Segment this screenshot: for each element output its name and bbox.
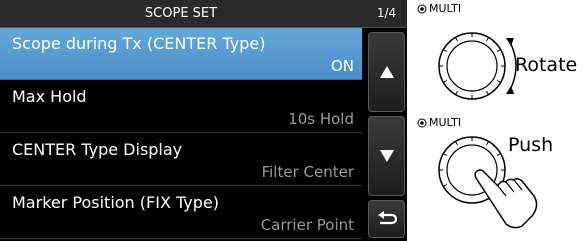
menu-header: SCOPE SET 1/4	[0, 0, 407, 28]
menu-item-label: CENTER Type Display	[12, 140, 183, 159]
multi-dial-symbol-icon	[417, 118, 427, 128]
multi-dial-label: MULTI	[429, 2, 462, 15]
page-indicator: 1/4	[376, 6, 397, 20]
scroll-up-button[interactable]	[368, 32, 405, 112]
scope-set-screen: SCOPE SET 1/4 Scope during Tx (CENTER Ty…	[0, 0, 407, 241]
multi-dial-label: MULTI	[429, 116, 462, 129]
multi-dial-illustration: MULTI Rotate MULTI Push	[410, 0, 584, 241]
menu-item-center-type-display[interactable]: CENTER Type Display Filter Center	[0, 134, 362, 186]
scroll-down-button[interactable]	[368, 116, 405, 196]
back-button[interactable]	[368, 200, 405, 238]
menu-title: SCOPE SET	[144, 6, 218, 21]
menu-item-value: Filter Center	[261, 163, 354, 181]
menu-item-scope-during-tx[interactable]: Scope during Tx (CENTER Type) ON	[0, 28, 362, 80]
menu-item-label: Max Hold	[12, 87, 87, 106]
push-instruction: Push	[508, 134, 554, 156]
multi-dial-symbol-icon	[417, 4, 427, 14]
menu-item-marker-position[interactable]: Marker Position (FIX Type) Carrier Point	[0, 187, 362, 239]
menu-item-value: 10s Hold	[288, 110, 354, 128]
menu-list: Scope during Tx (CENTER Type) ON Max Hol…	[0, 28, 362, 241]
menu-item-value: ON	[330, 57, 354, 75]
return-icon	[377, 211, 397, 225]
menu-item-value: Carrier Point	[260, 216, 354, 234]
menu-item-label: Marker Position (FIX Type)	[12, 193, 219, 212]
down-arrow-icon	[379, 150, 394, 162]
up-arrow-icon	[379, 66, 394, 78]
menu-item-label: Scope during Tx (CENTER Type)	[12, 34, 266, 53]
menu-item-max-hold[interactable]: Max Hold 10s Hold	[0, 81, 362, 133]
rotate-knob-icon	[438, 32, 517, 100]
rotate-instruction: Rotate	[515, 54, 578, 76]
